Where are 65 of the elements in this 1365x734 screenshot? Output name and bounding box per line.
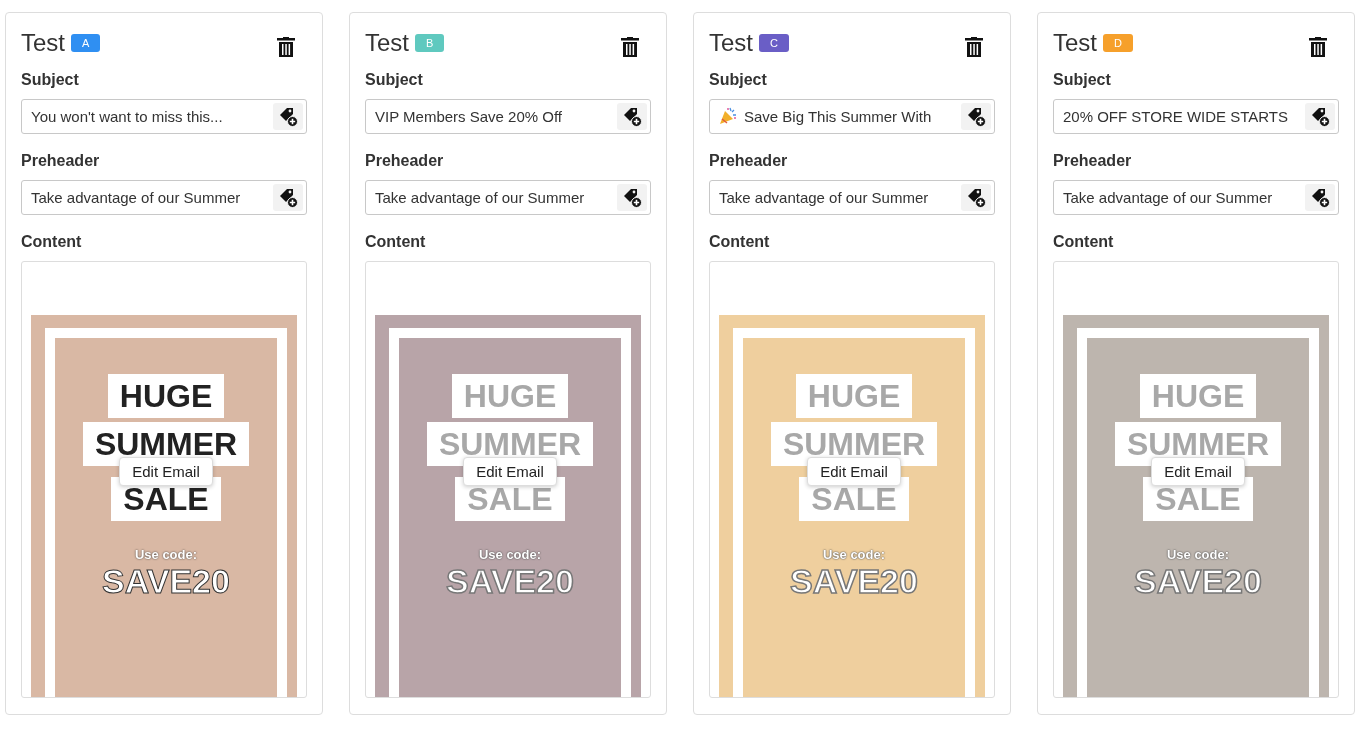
edit-email-button[interactable]: Edit Email bbox=[463, 457, 557, 486]
promo-code: SAVE20 bbox=[1134, 562, 1262, 601]
field-label: Subject bbox=[709, 71, 768, 89]
tag-plus-icon bbox=[1310, 106, 1330, 127]
promo-code: SAVE20 bbox=[446, 562, 574, 601]
personalization-tag-button[interactable] bbox=[617, 184, 647, 211]
code-label: Use code: bbox=[478, 547, 542, 562]
variant-title: Test bbox=[709, 29, 753, 57]
personalization-tag-button[interactable] bbox=[617, 103, 647, 130]
field-label: Preheader bbox=[21, 152, 101, 170]
tag-plus-icon bbox=[966, 106, 986, 127]
code-label: Use code: bbox=[1166, 547, 1230, 562]
personalization-tag-button[interactable] bbox=[961, 184, 991, 211]
preheader-field[interactable]: Take advantage of our Summer bbox=[1053, 180, 1339, 215]
personalization-tag-button[interactable] bbox=[273, 103, 303, 130]
field-label: Subject bbox=[1053, 71, 1112, 89]
code-label: Use code: bbox=[822, 547, 886, 562]
trash-icon[interactable] bbox=[277, 37, 295, 57]
field-label: Preheader bbox=[365, 152, 445, 170]
personalization-tag-button[interactable] bbox=[273, 184, 303, 211]
variant-badge: C bbox=[759, 34, 789, 52]
field-label: Subject bbox=[21, 71, 80, 89]
trash-icon[interactable] bbox=[965, 37, 983, 57]
headline-text: HUGE bbox=[795, 374, 913, 418]
variant-badge: B bbox=[415, 34, 445, 52]
edit-email-button[interactable]: Edit Email bbox=[119, 457, 213, 486]
variant-title: Test bbox=[1053, 29, 1097, 57]
preheader-field[interactable]: Take advantage of our Summer bbox=[365, 180, 651, 215]
tag-plus-icon bbox=[278, 106, 298, 127]
subject-field[interactable]: You won't want to miss this... bbox=[21, 99, 307, 134]
trash-icon[interactable] bbox=[621, 37, 639, 57]
field-label: Content bbox=[365, 233, 427, 251]
tag-plus-icon bbox=[622, 106, 642, 127]
tag-plus-icon bbox=[278, 187, 298, 208]
preheader-field[interactable]: Take advantage of our Summer bbox=[709, 180, 995, 215]
field-label: Content bbox=[709, 233, 771, 251]
field-label: Content bbox=[21, 233, 83, 251]
field-label: Subject bbox=[365, 71, 424, 89]
tag-plus-icon bbox=[1310, 187, 1330, 208]
variant-title: Test bbox=[365, 29, 409, 57]
party-popper-icon bbox=[718, 106, 738, 126]
personalization-tag-button[interactable] bbox=[1305, 184, 1335, 211]
tag-plus-icon bbox=[622, 187, 642, 208]
promo-code: SAVE20 bbox=[790, 562, 918, 601]
edit-email-button[interactable]: Edit Email bbox=[807, 457, 901, 486]
personalization-tag-button[interactable] bbox=[961, 103, 991, 130]
field-label: Preheader bbox=[1053, 152, 1133, 170]
subject-field[interactable]: 20% OFF STORE WIDE STARTS bbox=[1053, 99, 1339, 134]
trash-icon[interactable] bbox=[1309, 37, 1327, 57]
headline-text: HUGE bbox=[107, 374, 225, 418]
field-label: Preheader bbox=[709, 152, 789, 170]
headline-text: HUGE bbox=[1139, 374, 1257, 418]
variant-title: Test bbox=[21, 29, 65, 57]
field-label: Content bbox=[1053, 233, 1115, 251]
subject-field[interactable]: VIP Members Save 20% Off bbox=[365, 99, 651, 134]
edit-email-button[interactable]: Edit Email bbox=[1151, 457, 1245, 486]
headline-text: HUGE bbox=[451, 374, 569, 418]
tag-plus-icon bbox=[966, 187, 986, 208]
personalization-tag-button[interactable] bbox=[1305, 103, 1335, 130]
subject-field[interactable]: Save Big This Summer With bbox=[709, 99, 995, 134]
promo-code: SAVE20 bbox=[102, 562, 230, 601]
preheader-field[interactable]: Take advantage of our Summer bbox=[21, 180, 307, 215]
variant-badge: D bbox=[1103, 34, 1133, 52]
code-label: Use code: bbox=[134, 547, 198, 562]
variant-badge: A bbox=[71, 34, 101, 52]
